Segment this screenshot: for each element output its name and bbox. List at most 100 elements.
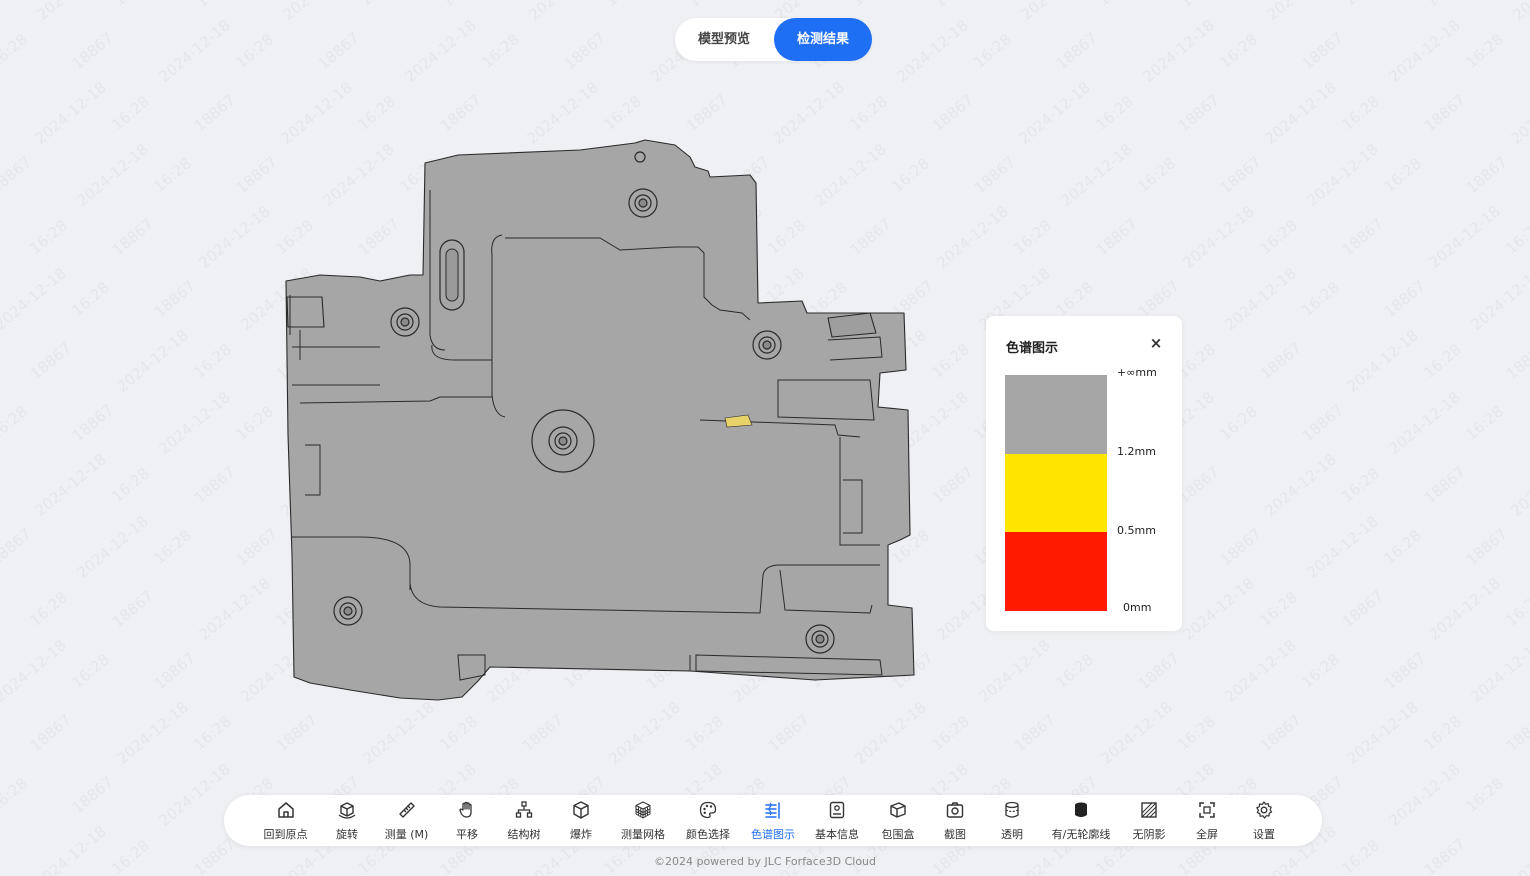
watermark-text: 16:28	[1174, 712, 1219, 754]
tool-color-spectrum[interactable]: 色谱图示	[743, 795, 803, 846]
legend-label-inf: +∞mm	[1117, 366, 1157, 379]
watermark-text: 2024-12-18	[1386, 388, 1464, 458]
watermark-text: 16:28	[1092, 92, 1137, 134]
watermark-text: 2024-12-18	[1016, 78, 1094, 148]
transparent-icon	[1005, 801, 1019, 818]
watermark-text: 2024-12-18	[1262, 450, 1340, 520]
watermark-text: 2024-12-18	[74, 512, 152, 582]
legend-band-yellow	[1005, 454, 1107, 532]
watermark-text: 16:28	[1298, 650, 1343, 692]
watermark-text: 2024-12-18	[1386, 16, 1464, 86]
tool-label: 爆炸	[570, 828, 592, 841]
3d-viewport[interactable]: 188672024-12-1816:28188672024-12-1816:28…	[0, 0, 1530, 876]
tool-bounding-box[interactable]: 包围盒	[872, 795, 924, 846]
tool-label: 有/无轮廓线	[1051, 828, 1111, 841]
watermark-text: 18867	[69, 29, 117, 73]
tab-model-preview[interactable]: 模型预览	[675, 18, 773, 61]
watermark-text: 2024-12-18	[402, 16, 480, 86]
tool-label: 回到原点	[263, 828, 308, 841]
explode-cube-icon	[573, 801, 589, 819]
legend-label-0-5: 0.5mm	[1117, 524, 1156, 537]
tool-label: 透明	[1001, 828, 1023, 841]
tool-settings[interactable]: 设置	[1239, 795, 1289, 846]
watermark-text: 18867	[765, 711, 813, 755]
watermark-text: 16:28	[150, 154, 195, 196]
tool-measure-mesh[interactable]: 测量网格	[612, 795, 674, 846]
watermark-text: 16:28	[232, 402, 277, 444]
bottom-toolbar: 回到原点 旋转 测量 (M) 平移 结构树 爆炸 测量网格 颜色选择 色谱图示 …	[224, 795, 1322, 846]
watermark-text: 2024-12-18	[1264, 0, 1342, 24]
tool-pan[interactable]: 平移	[442, 795, 492, 846]
watermark-text: 18867	[1339, 215, 1387, 259]
watermark-text: 16:28	[108, 464, 153, 506]
watermark-text: 16:28	[478, 30, 523, 72]
tool-label: 基本信息	[815, 828, 859, 841]
tool-fullscreen[interactable]: 全屏	[1182, 795, 1232, 846]
watermark-text: 16:28	[970, 30, 1015, 72]
watermark-text: 16:28	[1502, 588, 1530, 630]
watermark-text: 2024-12-18	[976, 636, 1054, 706]
watermark-text: 16:28	[1216, 30, 1261, 72]
watermark-text: 18867	[1423, 0, 1471, 11]
watermark-text: 2024-12-18	[1098, 698, 1176, 768]
tool-label: 结构树	[507, 828, 541, 841]
watermark-text: 2024-12-18	[852, 698, 930, 768]
tool-rotate[interactable]: 旋转	[322, 795, 372, 846]
palette-icon	[699, 801, 717, 819]
watermark-text: 18867	[1175, 91, 1223, 135]
tool-transparent[interactable]: 透明	[987, 795, 1037, 846]
watermark-text: 16:28	[1010, 216, 1055, 258]
watermark-text: 2024-12-18	[32, 78, 110, 148]
legend-label-0: 0mm	[1123, 601, 1152, 614]
watermark-text: 16:28	[1502, 216, 1530, 258]
watermark-text: 18867	[1299, 29, 1347, 73]
watermark-text: 16:28	[0, 774, 31, 816]
watermark-text: 2024-12-18	[606, 698, 684, 768]
watermark-text: 18867	[1093, 215, 1141, 259]
tool-basic-info[interactable]: 基本信息	[807, 795, 867, 846]
watermark-text: 18867	[109, 587, 157, 631]
watermark-text: 2024-12-18	[1468, 636, 1530, 706]
watermark-text: 16:28	[436, 712, 481, 754]
watermark-text: 16:28	[0, 402, 31, 444]
watermark-text: 16:28	[356, 0, 401, 10]
tool-outline-toggle[interactable]: 有/无轮廓线	[1045, 795, 1117, 846]
watermark-text: 16:28	[1298, 278, 1343, 320]
watermark-text: 18867	[685, 0, 733, 11]
watermark-text: 2024-12-18	[1508, 450, 1530, 520]
tool-structure-tree[interactable]: 结构树	[498, 795, 550, 846]
tool-measure[interactable]: 测量 (M)	[377, 795, 436, 846]
watermark-text: 2024-12-18	[1468, 264, 1530, 334]
tool-label: 测量网格	[621, 828, 665, 841]
watermark-text: 18867	[109, 215, 157, 259]
watermark-text: 16:28	[1216, 402, 1261, 444]
close-icon[interactable]: ×	[1148, 334, 1164, 352]
watermark-text: 18867	[1381, 649, 1429, 693]
watermark-text: 2024-12-18	[1018, 0, 1096, 24]
watermark-text: 18867	[1011, 711, 1059, 755]
watermark-text: 2024-12-18	[1140, 16, 1218, 86]
watermark-text: 16:28	[0, 30, 31, 72]
watermark-text: 16:28	[26, 216, 71, 258]
watermark-text: 16:28	[848, 0, 893, 10]
tool-no-shadow[interactable]: 无阴影	[1123, 795, 1175, 846]
watermark-text: 2024-12-18	[1058, 140, 1136, 210]
tool-label: 无阴影	[1132, 828, 1166, 841]
watermark-text: 16:28	[602, 0, 647, 10]
watermark-text: 16:28	[1094, 0, 1139, 10]
watermark-text: 16:28	[1256, 216, 1301, 258]
tab-inspection-result[interactable]: 检测结果	[774, 18, 872, 61]
watermark-text: 2024-12-18	[114, 326, 192, 396]
watermark-text: 16:28	[600, 92, 645, 134]
3d-model[interactable]	[280, 135, 920, 705]
tool-color-select[interactable]: 颜色选择	[677, 795, 739, 846]
tool-home[interactable]: 回到原点	[254, 795, 317, 846]
tool-explode[interactable]: 爆炸	[556, 795, 606, 846]
watermark-text: 18867	[683, 91, 731, 135]
watermark-text: 2024-12-18	[1426, 574, 1504, 644]
watermark-text: 18867	[0, 525, 35, 569]
tool-label: 测量 (M)	[384, 828, 429, 841]
tool-screenshot[interactable]: 截图	[930, 795, 980, 846]
watermark-text: 16:28	[150, 526, 195, 568]
legend-title: 色谱图示	[1006, 341, 1059, 356]
